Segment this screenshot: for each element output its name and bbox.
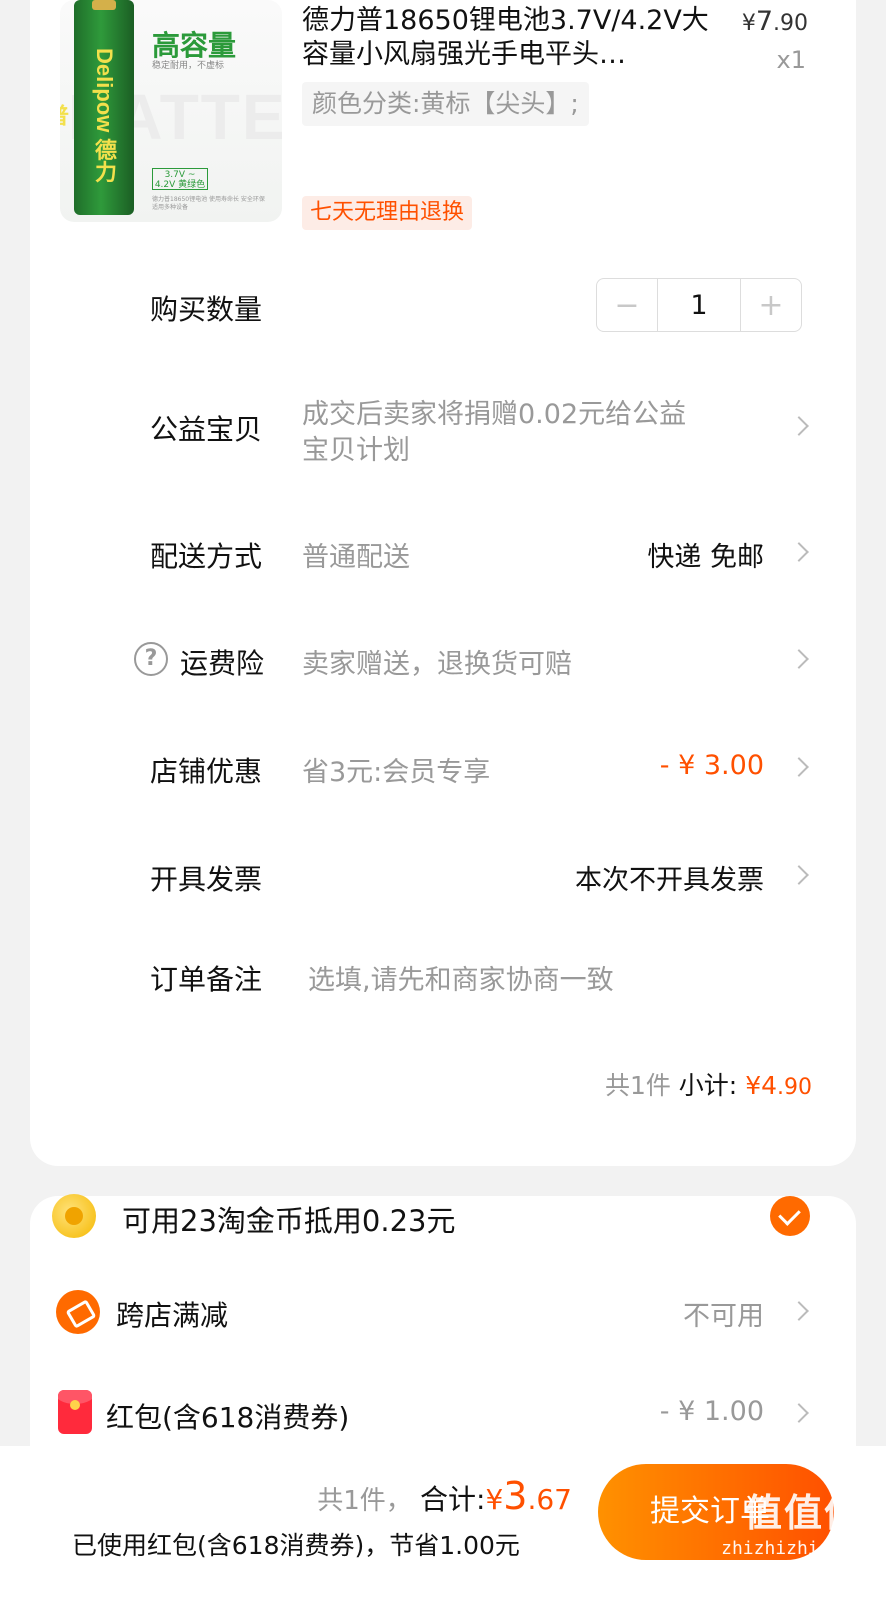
note-input[interactable]: 选填,请先和商家协商一致 xyxy=(308,958,614,997)
total-label: 合计: xyxy=(420,1483,486,1516)
charity-value-line2: 宝贝计划 xyxy=(302,435,410,466)
subtotal-label: 小计: xyxy=(678,1071,738,1100)
order-total: 共1件， 合计:¥3.67 xyxy=(317,1474,572,1518)
charity-label: 公益宝贝 xyxy=(150,413,263,446)
return-policy-tag: 七天无理由退换 xyxy=(302,196,473,230)
thumbnail-voltage: 3.7V ~ 4.2V 黄绿色 xyxy=(152,168,208,190)
coins-text: 可用23淘金币抵用0.23元 xyxy=(122,1204,456,1238)
product-spec[interactable]: 颜色分类:黄标【尖头】; xyxy=(302,82,589,126)
checkmark-icon[interactable] xyxy=(770,1196,810,1236)
price-int: 7 xyxy=(755,6,773,37)
delivery-right: 快递 免邮 xyxy=(647,542,764,573)
shop-discount-amount: - ¥ 3.00 xyxy=(659,750,764,781)
invoice-label: 开具发票 xyxy=(150,863,263,896)
shop-discount-value: 省3元:会员专享 xyxy=(302,757,491,788)
total-count: 共1件， xyxy=(317,1486,412,1516)
cross-shop-value: 不可用 xyxy=(683,1301,764,1332)
subtotal-amount-dec: .90 xyxy=(777,1075,812,1100)
delivery-value: 普通配送 xyxy=(302,542,410,573)
charity-value-line1: 成交后卖家将捐赠0.02元给公益 xyxy=(302,399,687,430)
invoice-value: 本次不开具发票 xyxy=(575,865,764,896)
thumbnail-subline: 稳定耐用，不虚标 xyxy=(152,61,225,71)
price-dec: .90 xyxy=(773,11,808,36)
quantity-minus-button[interactable]: − xyxy=(597,279,657,331)
total-amount: ¥3.67 xyxy=(485,1474,572,1518)
thumbnail-fine-print: 德力普18650锂电池 使用寿命长 安全环保 适用多种设备 xyxy=(152,196,265,211)
shipping-insurance-value: 卖家赠送，退换货可赔 xyxy=(302,649,572,680)
watermark-logo: 值值值 xyxy=(743,1491,864,1535)
price-yen: ¥ xyxy=(741,11,756,36)
delivery-label: 配送方式 xyxy=(150,540,263,573)
battery-cap xyxy=(92,0,116,10)
cross-shop-label: 跨店满减 xyxy=(116,1299,229,1332)
product-quantity: x1 xyxy=(776,46,806,74)
red-packet-value: - ¥ 1.00 xyxy=(659,1396,764,1427)
battery-brand: Delipow 德力普 xyxy=(60,47,117,183)
note-label: 订单备注 xyxy=(150,963,263,996)
quantity-stepper: − 1 + xyxy=(596,278,802,332)
subtotal: 共1件 小计: ¥4.90 xyxy=(605,1066,812,1102)
total-int: 3 xyxy=(503,1474,528,1518)
red-packet-icon xyxy=(58,1390,92,1434)
shop-discount-label: 店铺优惠 xyxy=(150,755,263,788)
red-packet-used-text: 已使用红包(含618消费券)，节省1.00元 xyxy=(72,1531,520,1560)
subtotal-count: 共1件 xyxy=(604,1071,671,1100)
battery-image: Delipow 德力普 xyxy=(60,0,134,215)
help-icon[interactable]: ? xyxy=(134,642,168,676)
product-price: ¥7.90 xyxy=(742,6,808,37)
total-dec: .67 xyxy=(527,1483,572,1516)
red-packet-label: 红包(含618消费券) xyxy=(106,1401,350,1434)
quantity-input[interactable]: 1 xyxy=(657,279,741,331)
shipping-insurance-label: 运费险 xyxy=(180,647,265,680)
coupon-icon xyxy=(56,1290,100,1334)
gold-coin-icon xyxy=(52,1194,96,1238)
product-thumbnail[interactable]: BATTERY Delipow 德力普 高容量 稳定耐用，不虚标 3.7V ~ … xyxy=(60,0,282,222)
watermark-url: zhizhizhi.com xyxy=(721,1538,862,1559)
subtotal-amount-int: ¥4 xyxy=(745,1071,777,1100)
subtotal-amount: ¥4.90 xyxy=(745,1071,812,1100)
quantity-plus-button[interactable]: + xyxy=(741,279,801,331)
product-title[interactable]: 德力普18650锂电池3.7V/4.2V大容量小风扇强光手电平头… xyxy=(302,4,722,72)
total-yen: ¥ xyxy=(485,1483,504,1516)
quantity-label: 购买数量 xyxy=(150,293,263,326)
